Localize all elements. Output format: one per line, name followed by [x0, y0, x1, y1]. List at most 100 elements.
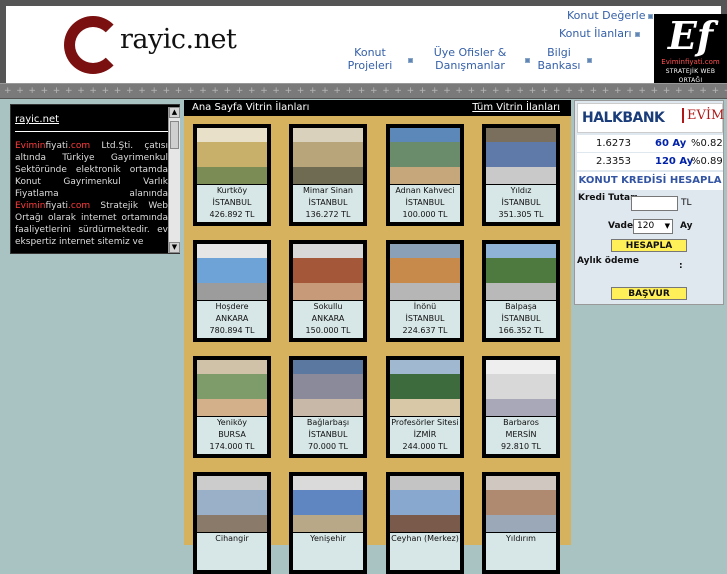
rail-plus-icon: +: [113, 86, 122, 96]
bullet-icon: [587, 58, 592, 63]
amount-label: Kredi Tutarı: [578, 193, 638, 203]
rail-plus-icon: +: [577, 86, 585, 96]
listing-name: Yeniköy: [216, 418, 247, 427]
listing-photo[interactable]: [390, 360, 460, 416]
brand-evimin: Evimin: [15, 141, 46, 151]
rail-plus-icon: +: [687, 86, 695, 96]
listing-photo[interactable]: [197, 128, 267, 184]
listing-photo[interactable]: [293, 476, 363, 532]
rail-plus-icon: +: [516, 86, 524, 96]
rail-plus-icon: +: [150, 86, 158, 96]
rail-plus-icon: +: [601, 86, 610, 96]
listing-photo[interactable]: [486, 360, 556, 416]
listing-card[interactable]: Yıldız İSTANBUL 351.305 TL: [482, 124, 560, 226]
nav-konut-projeleri[interactable]: Konut Projeleri: [344, 46, 396, 72]
scroll-up-icon[interactable]: ▲: [169, 107, 180, 118]
rail-plus-icon: +: [89, 86, 97, 96]
listing-photo[interactable]: [197, 244, 267, 300]
rail-plus-icon: +: [479, 86, 488, 96]
listing-card[interactable]: Cihangir: [193, 472, 271, 574]
nav-konut-projeleri-line2: Projeleri: [347, 59, 393, 72]
listing-photo[interactable]: [486, 244, 556, 300]
listing-photo[interactable]: [293, 128, 363, 184]
listing-card[interactable]: Adnan Kahveci İSTANBUL 100.000 TL: [386, 124, 464, 226]
listing-photo[interactable]: [197, 476, 267, 532]
rail-plus-icon: +: [418, 86, 427, 96]
listing-info: Yıldız İSTANBUL 351.305 TL: [486, 185, 556, 222]
listing-card[interactable]: Kurtköy İSTANBUL 426.892 TL: [193, 124, 271, 226]
about-title-link[interactable]: rayic.net: [15, 114, 168, 125]
decorative-rail: + + + + + + + + + + + + + + + + + + + + + + + + + + + + + + + + + + + + + + + +…: [0, 83, 727, 99]
chevron-down-icon: ▼: [664, 222, 670, 230]
konut-degerle-link[interactable]: Konut Değerle: [567, 9, 654, 22]
rail-plus-icon: +: [52, 86, 61, 96]
listing-photo[interactable]: [486, 128, 556, 184]
monthly-payment-value: :: [679, 261, 683, 271]
listing-info: İnönü İSTANBUL 224.637 TL: [390, 301, 460, 338]
rate-value: 2.3353: [596, 156, 631, 167]
term-select[interactable]: 120 ▼: [633, 219, 673, 234]
amount-input[interactable]: [631, 196, 678, 211]
rail-plus-icon: +: [284, 86, 293, 96]
listing-photo[interactable]: [197, 360, 267, 416]
calculate-button[interactable]: HESAPLA: [611, 239, 687, 252]
konut-degerle-label: Konut Değerle: [567, 9, 646, 22]
listing-info: Mimar Sinan İSTANBUL 136.272 TL: [293, 185, 363, 222]
rail-plus-icon: +: [4, 86, 12, 96]
listing-city: ANKARA: [311, 314, 345, 323]
rail-plus-icon: +: [553, 86, 561, 96]
halkbank-product: EVİM: [682, 108, 724, 123]
listing-card[interactable]: Yenişehir: [289, 472, 367, 574]
rail-plus-icon: +: [321, 86, 329, 96]
listing-card[interactable]: Yeniköy BURSA 174.000 TL: [193, 356, 271, 458]
listing-card[interactable]: Ceyhan (Merkez): [386, 472, 464, 574]
listing-photo[interactable]: [390, 128, 460, 184]
listing-city: İSTANBUL: [405, 198, 445, 207]
rail-plus-icon: +: [662, 86, 671, 96]
listing-name: Adnan Kahveci: [395, 186, 455, 195]
listing-info: Balpaşa İSTANBUL 166.352 TL: [486, 301, 556, 338]
nav-uye-ofisler[interactable]: Üye Ofisler & Danışmanlar: [426, 46, 514, 72]
rail-plus-icon: +: [187, 86, 195, 96]
listing-info: Bağlarbaşı İSTANBUL 70.000 TL: [293, 417, 363, 454]
listing-card[interactable]: Balpaşa İSTANBUL 166.352 TL: [482, 240, 560, 342]
site-logo[interactable]: rayic.net: [64, 12, 244, 78]
listing-card[interactable]: Yıldırım: [482, 472, 560, 574]
listing-card[interactable]: Sokullu ANKARA 150.000 TL: [289, 240, 367, 342]
listing-photo[interactable]: [390, 244, 460, 300]
vitrin-header: Ana Sayfa Vitrin İlanları Tüm Vitrin İla…: [184, 100, 571, 116]
rate-term: 60 Ay: [655, 138, 687, 149]
listing-card[interactable]: Mimar Sinan İSTANBUL 136.272 TL: [289, 124, 367, 226]
rail-plus-icon: +: [162, 86, 171, 96]
rail-plus-icon: +: [626, 86, 634, 96]
listing-photo[interactable]: [293, 360, 363, 416]
scroll-down-icon[interactable]: ▼: [169, 242, 180, 253]
rail-plus-icon: +: [504, 86, 512, 96]
listing-photo[interactable]: [390, 476, 460, 532]
listing-info: Hoşdere ANKARA 780.894 TL: [197, 301, 267, 338]
listing-card[interactable]: İnönü İSTANBUL 224.637 TL: [386, 240, 464, 342]
konut-ilanlari-link[interactable]: Konut İlanları: [559, 27, 640, 40]
listing-photo[interactable]: [293, 244, 363, 300]
listing-card[interactable]: Bağlarbaşı İSTANBUL 70.000 TL: [289, 356, 367, 458]
listing-photo[interactable]: [486, 476, 556, 532]
listing-info: Ceyhan (Merkez): [390, 533, 460, 570]
term-label: Vade: [608, 221, 634, 231]
nav-bilgi-bankasi[interactable]: Bilgi Bankası: [534, 46, 584, 72]
listing-card[interactable]: Barbaros MERSİN 92.810 TL: [482, 356, 560, 458]
apply-button[interactable]: BAŞVUR: [611, 287, 687, 300]
nav-bilgi-bankasi-line1: Bilgi: [547, 46, 571, 59]
logo-c-ring: [64, 16, 122, 74]
halkbank-banner[interactable]: HALKBANK EVİM: [577, 103, 724, 133]
rail-plus-icon: +: [77, 86, 85, 96]
all-vitrin-link[interactable]: Tüm Vitrin İlanları: [472, 102, 560, 113]
brand-fiyati: fiyati: [45, 201, 69, 211]
about-content: rayic.net Eviminfiyati.com Ltd.Şti. çatı…: [15, 109, 168, 253]
listing-price: 136.272 TL: [305, 210, 351, 219]
listing-card[interactable]: Hoşdere ANKARA 780.894 TL: [193, 240, 271, 342]
scroll-thumb[interactable]: [170, 121, 179, 149]
listing-card[interactable]: Profesörler Sitesi İZMİR 244.000 TL: [386, 356, 464, 458]
listing-city: İSTANBUL: [212, 198, 252, 207]
about-scrollbar[interactable]: ▲ ▼: [168, 107, 180, 253]
eviminfiyati-logo[interactable]: Ef Eviminfiyati.com STRATEJİK WEB ORTAĞI: [654, 14, 727, 84]
